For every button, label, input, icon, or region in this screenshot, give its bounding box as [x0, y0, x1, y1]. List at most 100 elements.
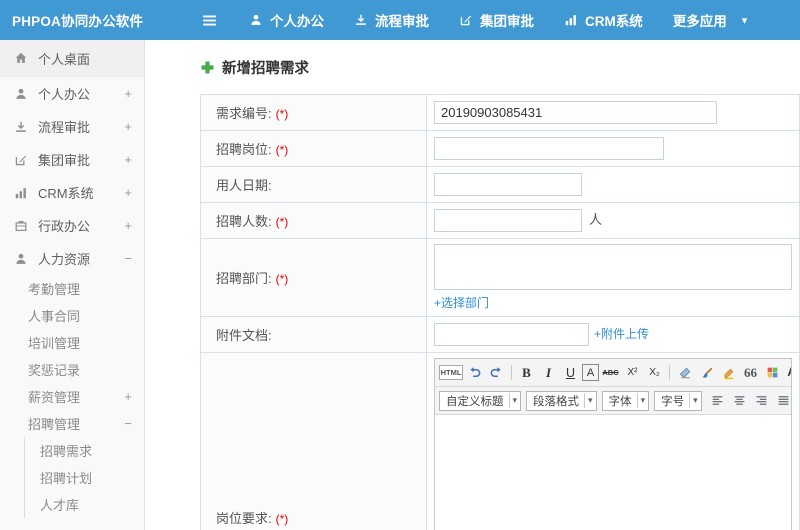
recruit-count-input[interactable]	[434, 209, 582, 233]
plus-icon[interactable]: +	[124, 119, 132, 134]
recruit-post-label: 招聘岗位: (*)	[200, 130, 427, 167]
heading-select[interactable]: 自定义标题 ▾	[439, 390, 522, 411]
hire-date-input[interactable]	[434, 173, 582, 196]
sidebar-item-personal-desktop[interactable]: 个人桌面	[0, 40, 144, 77]
sidebar-item-label: CRM系统	[38, 186, 94, 201]
bold-button[interactable]: B	[516, 362, 537, 383]
field-label-text: 招聘岗位:	[216, 142, 272, 157]
sidebar-item-hr-contract[interactable]: 人事合同	[0, 302, 144, 329]
subscript-button[interactable]: X₂	[644, 362, 665, 383]
blockquote-button[interactable]: 66	[740, 362, 761, 383]
field-label-text: 招聘人数:	[216, 214, 272, 229]
sidebar-item-recruit-plan[interactable]: 招聘计划	[0, 464, 144, 491]
add-icon	[200, 60, 215, 75]
sidebar-item-label: 人才库	[40, 498, 80, 513]
paragraph-select[interactable]: 段落格式 ▾	[526, 390, 597, 411]
eraser-button[interactable]	[674, 362, 695, 383]
sidebar-item-label: 招聘计划	[40, 471, 93, 486]
topnav-workflow-approval[interactable]: 流程审批	[339, 0, 444, 40]
sidebar-item-label: 奖惩记录	[28, 363, 81, 378]
caret-down-icon: ▾	[584, 393, 596, 408]
editor-content-area[interactable]	[435, 415, 791, 530]
attachment-upload-link[interactable]: +附件上传	[594, 327, 649, 341]
form-row-demand-no: 需求编号: (*)	[200, 94, 800, 131]
recruit-post-input[interactable]	[434, 137, 664, 160]
sidebar-item-reward-punish[interactable]: 奖惩记录	[0, 356, 144, 383]
source-button[interactable]: HTML	[439, 365, 463, 380]
required-mark: (*)	[275, 511, 289, 526]
caret-down-icon: ▾	[741, 14, 748, 27]
topnav-label: 集团审批	[480, 14, 534, 29]
emoticon-button[interactable]	[762, 362, 783, 383]
font-border-button[interactable]: A	[582, 364, 599, 381]
chart-icon	[14, 186, 30, 200]
required-mark: (*)	[275, 272, 289, 286]
topnav-crm-system[interactable]: CRM系统	[549, 0, 658, 40]
form-row-hire-date: 用人日期:	[200, 166, 800, 203]
form-row-attachment: 附件文档: +附件上传	[200, 316, 800, 353]
align-justify-button[interactable]	[773, 390, 791, 411]
topnav-personal-office[interactable]: 个人办公	[234, 0, 339, 40]
italic-button[interactable]: I	[538, 362, 559, 383]
recruit-dept-textarea[interactable]	[434, 244, 792, 290]
recruit-dept-select-link[interactable]: +选择部门	[434, 294, 489, 311]
minus-icon[interactable]: −	[124, 251, 132, 266]
minus-icon[interactable]: −	[124, 416, 132, 431]
sidebar-item-label: 考勤管理	[28, 282, 81, 297]
caret-down-icon: ▾	[508, 393, 521, 408]
attachment-input[interactable]	[434, 323, 589, 346]
align-center-button[interactable]	[729, 390, 750, 411]
superscript-button[interactable]: X²	[622, 362, 643, 383]
top-nav: 个人办公 流程审批 集团审批 CRM系统 更多应用 ▾	[234, 0, 762, 40]
sidebar-item-admin-office[interactable]: 行政办公 +	[0, 209, 144, 242]
sidebar-item-talent-pool[interactable]: 人才库	[0, 491, 144, 518]
font-color-button[interactable]: A▾	[784, 362, 791, 383]
form-row-recruit-count: 招聘人数: (*) 人	[200, 202, 800, 239]
sidebar-item-recruit-demand[interactable]: 招聘需求	[0, 437, 144, 464]
sidebar-item-attendance-mgmt[interactable]: 考勤管理	[0, 275, 144, 302]
topnav-group-approval[interactable]: 集团审批	[444, 0, 549, 40]
editor-toolbar-row1: HTML BIUAABCX²X₂ 66 A▾	[435, 359, 791, 387]
recruit-count-unit: 人	[589, 211, 603, 227]
highlight-button[interactable]	[718, 362, 739, 383]
strikethrough-button[interactable]: ABC	[600, 362, 621, 383]
sidebar-item-label: 人力资源	[38, 252, 91, 267]
select-value: 自定义标题	[446, 395, 504, 408]
sidebar-item-training-mgmt[interactable]: 培训管理	[0, 329, 144, 356]
sidebar: 个人桌面 个人办公 + 流程审批 + 集团审批 + CRM系统 + 行政办公 + 人力资源 − 考勤管理人…	[0, 40, 145, 530]
align-left-button[interactable]	[707, 390, 728, 411]
redo-button[interactable]	[486, 362, 507, 383]
plus-icon[interactable]: +	[124, 185, 132, 200]
menu-toggle-icon[interactable]	[201, 12, 218, 29]
required-mark: (*)	[275, 215, 289, 229]
format-painter-button[interactable]	[696, 362, 717, 383]
toolbar-separator	[669, 365, 670, 380]
sidebar-item-workflow-approval[interactable]: 流程审批 +	[0, 110, 144, 143]
sidebar-item-label: 薪资管理	[28, 390, 81, 405]
plus-icon[interactable]: +	[124, 389, 132, 404]
sidebar-item-crm-system[interactable]: CRM系统 +	[0, 176, 144, 209]
font-family-select[interactable]: 字体 ▾	[601, 390, 650, 411]
select-value: 字体	[608, 395, 632, 408]
plus-icon[interactable]: +	[124, 86, 132, 101]
sidebar-item-recruit-mgmt[interactable]: 招聘管理 −	[0, 410, 144, 437]
attachment-label: 附件文档:	[200, 316, 427, 353]
topnav-more-apps[interactable]: 更多应用 ▾	[658, 0, 763, 40]
sidebar-item-human-resources[interactable]: 人力资源 −	[0, 242, 144, 275]
sidebar-item-label: 招聘管理	[28, 417, 81, 432]
people-icon	[14, 252, 30, 266]
plus-icon[interactable]: +	[124, 218, 132, 233]
plus-icon[interactable]: +	[124, 152, 132, 167]
undo-button[interactable]	[464, 362, 485, 383]
demand-no-input[interactable]	[434, 101, 717, 124]
required-mark: (*)	[275, 107, 289, 121]
sidebar-item-personal-office[interactable]: 个人办公 +	[0, 77, 144, 110]
home-icon	[14, 51, 30, 65]
form-row-recruit-dept: 招聘部门: (*) +选择部门	[200, 238, 800, 317]
sidebar-item-salary-mgmt[interactable]: 薪资管理 +	[0, 383, 144, 410]
sidebar-item-label: 人事合同	[28, 309, 81, 324]
underline-button[interactable]: U	[560, 362, 581, 383]
align-right-button[interactable]	[751, 390, 772, 411]
font-size-select[interactable]: 字号 ▾	[654, 390, 702, 411]
sidebar-item-group-approval[interactable]: 集团审批 +	[0, 143, 144, 176]
